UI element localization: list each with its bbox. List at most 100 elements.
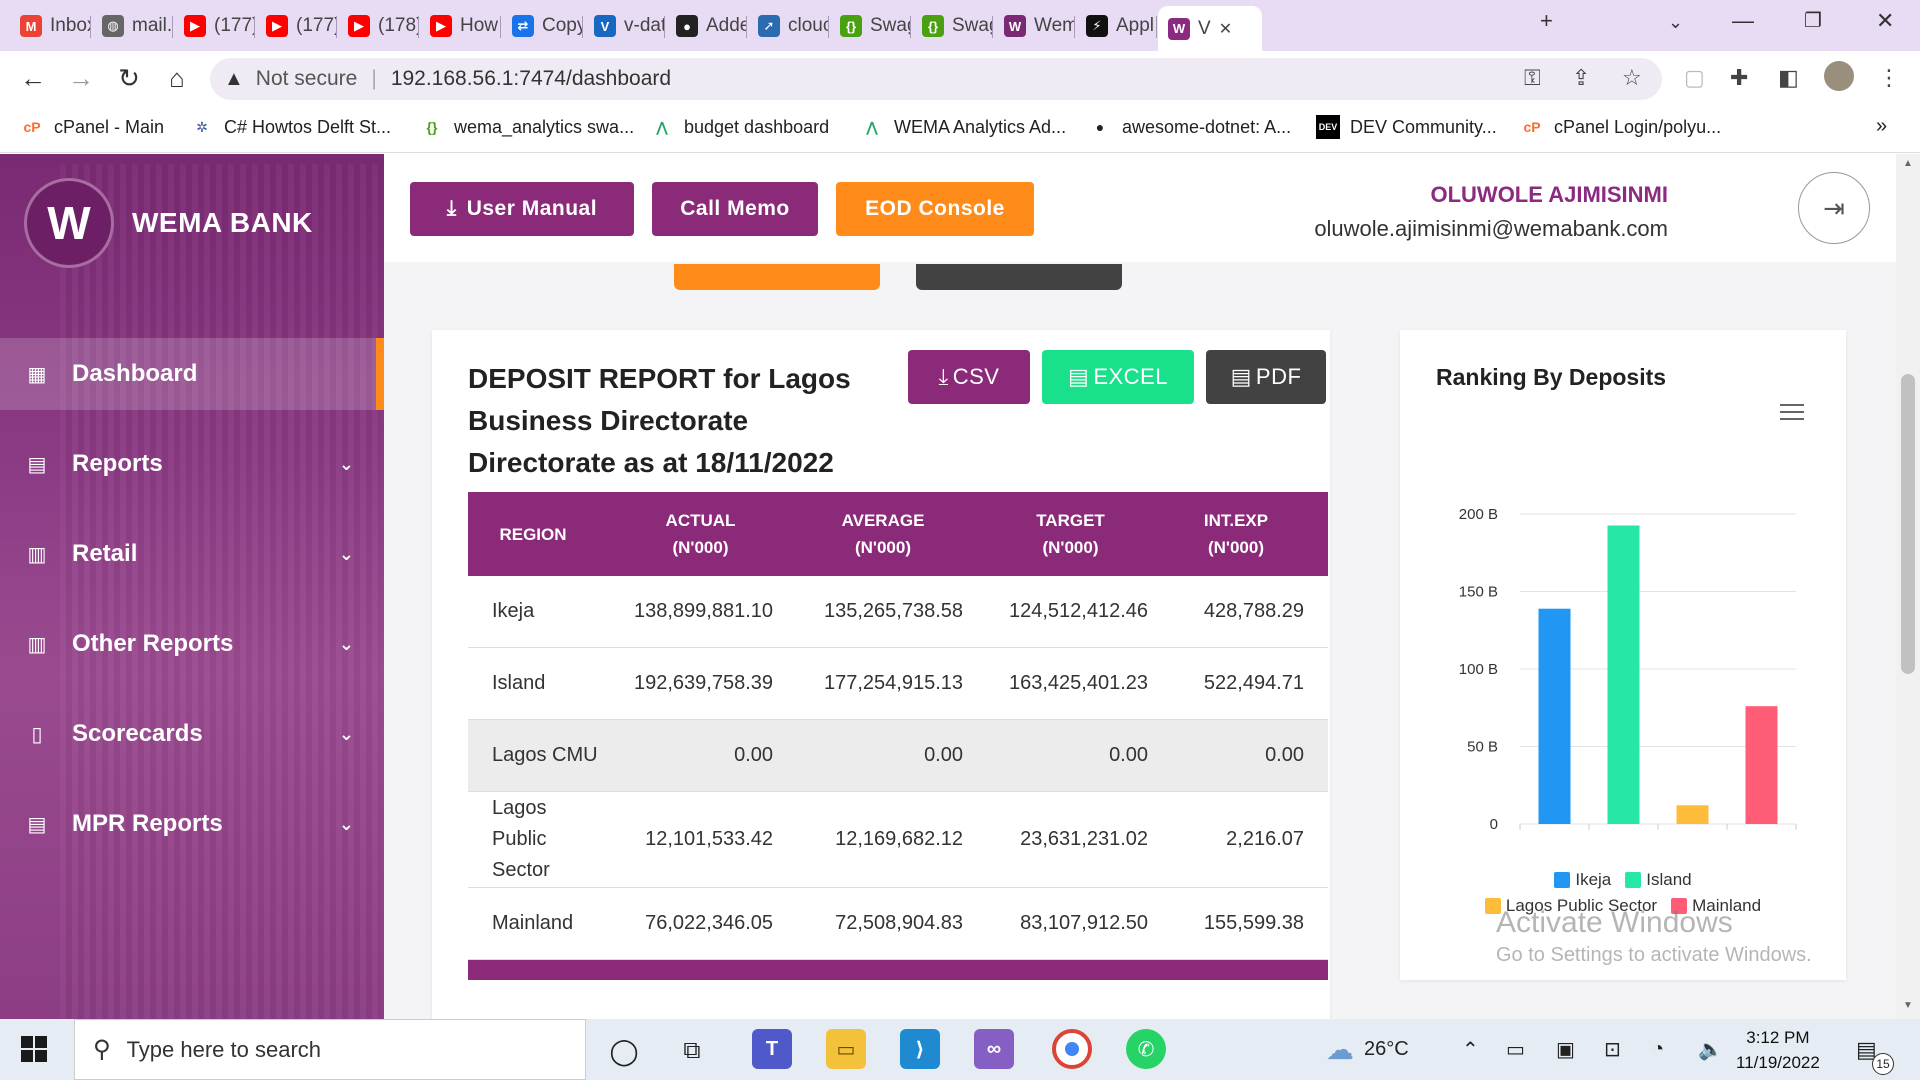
browser-tab[interactable]: M Inbox bbox=[10, 8, 90, 44]
tab-search-chevron-icon[interactable]: ⌄ bbox=[1668, 12, 1683, 33]
bookmark-item[interactable]: {} wema_analytics swa... bbox=[420, 115, 635, 139]
close-window-button[interactable]: ✕ bbox=[1876, 8, 1894, 34]
column-header-average[interactable]: AVERAGE (N'000) bbox=[773, 492, 963, 576]
file-icon: ▤ bbox=[1068, 364, 1090, 389]
browser-tab[interactable]: ▶ How bbox=[420, 8, 500, 44]
csv-export-button[interactable]: ⤓ CSV bbox=[908, 350, 1030, 404]
bookmark-item[interactable]: ⋀ WEMA Analytics Ad... bbox=[860, 115, 1066, 139]
bookmark-item[interactable]: cP cPanel - Main bbox=[20, 115, 164, 139]
browser-tab[interactable]: W Wem bbox=[994, 8, 1074, 44]
share-icon[interactable]: ⇪ bbox=[1572, 65, 1590, 91]
display-icon[interactable]: ⊡ bbox=[1604, 1019, 1621, 1080]
restore-button[interactable]: ❐ bbox=[1804, 8, 1822, 33]
sidebar-item-dashboard[interactable]: ▦ Dashboard bbox=[0, 338, 384, 410]
reload-button[interactable]: ↻ bbox=[112, 63, 146, 94]
vscode-icon[interactable]: ⟩ bbox=[900, 1029, 940, 1069]
browser-tab[interactable]: W V ✕ bbox=[1158, 6, 1262, 51]
table-row[interactable]: Lagos CMU 0.00 0.00 0.00 0.00 bbox=[468, 720, 1328, 792]
browser-tab[interactable]: {} Swag bbox=[912, 8, 992, 44]
call-memo-button[interactable]: Call Memo bbox=[652, 182, 818, 236]
cortana-icon[interactable]: ◯ bbox=[608, 1035, 640, 1067]
whatsapp-icon[interactable]: ✆ bbox=[1126, 1029, 1166, 1069]
column-header-actual[interactable]: ACTUAL (N'000) bbox=[598, 492, 773, 576]
sidebar-item-retail[interactable]: ▥ Retail ⌄ bbox=[0, 518, 384, 590]
browser-tab[interactable]: {} Swag bbox=[830, 8, 910, 44]
bookmark-star-icon[interactable]: ☆ bbox=[1622, 65, 1642, 91]
new-tab-button[interactable]: + bbox=[1540, 8, 1553, 34]
file-explorer-icon[interactable]: ▭ bbox=[826, 1029, 866, 1069]
teams-icon[interactable]: T bbox=[752, 1029, 792, 1069]
minimize-button[interactable]: — bbox=[1732, 8, 1754, 34]
sidebar-item-reports[interactable]: ▤ Reports ⌄ bbox=[0, 428, 384, 500]
table-row[interactable]: Mainland 76,022,346.05 72,508,904.83 83,… bbox=[468, 888, 1328, 960]
browser-tab[interactable]: ▶ (178) bbox=[338, 8, 418, 44]
scrollbar-thumb[interactable] bbox=[1901, 374, 1915, 674]
side-panel-icon[interactable]: ◧ bbox=[1778, 65, 1799, 91]
cell-actual: 12,101,533.42 bbox=[645, 828, 773, 850]
meet-now-icon[interactable]: ▣ bbox=[1556, 1019, 1575, 1080]
brand-logo[interactable]: W WEMA BANK bbox=[24, 178, 313, 268]
scroll-down-icon[interactable]: ▼ bbox=[1896, 1000, 1920, 1011]
more-bookmarks-chevron-icon[interactable]: » bbox=[1876, 115, 1887, 138]
system-clock[interactable]: 3:12 PM 11/19/2022 bbox=[1736, 1025, 1820, 1075]
browser-tab[interactable]: ⇄ Copy bbox=[502, 8, 582, 44]
sidebar-item-scorecards[interactable]: ▯ Scorecards ⌄ bbox=[0, 698, 384, 770]
bar-ikeja[interactable] bbox=[1538, 608, 1571, 824]
tray-chevron-icon[interactable]: ⌃ bbox=[1462, 1019, 1479, 1080]
extensions-puzzle-icon[interactable]: ✚ bbox=[1730, 65, 1748, 91]
close-tab-icon[interactable]: ✕ bbox=[1219, 19, 1232, 39]
excel-export-button[interactable]: ▤ EXCEL bbox=[1042, 350, 1194, 404]
windows-start-icon[interactable] bbox=[20, 1035, 48, 1063]
task-view-icon[interactable]: ⧉ bbox=[676, 1035, 708, 1067]
battery-icon[interactable]: ▭ bbox=[1506, 1019, 1525, 1080]
sidebar-item-mpr-reports[interactable]: ▤ MPR Reports ⌄ bbox=[0, 788, 384, 860]
page-scrollbar[interactable]: ▲ ▼ bbox=[1896, 154, 1920, 1019]
chart-menu-icon[interactable] bbox=[1780, 404, 1804, 422]
column-header-target[interactable]: TARGET (N'000) bbox=[963, 492, 1148, 576]
browser-tab[interactable]: ▶ (177) bbox=[256, 8, 336, 44]
legend-item-island[interactable]: Island bbox=[1625, 870, 1692, 890]
back-button[interactable]: ← bbox=[16, 63, 50, 94]
url-field[interactable]: ▲ Not secure | 192.168.56.1:7474/dashboa… bbox=[210, 58, 1662, 100]
sidebar-item-other-reports[interactable]: ▥ Other Reports ⌄ bbox=[0, 608, 384, 680]
column-header-region[interactable]: REGION bbox=[468, 492, 598, 576]
user-manual-button[interactable]: ⤓ User Manual bbox=[410, 182, 634, 236]
bookmark-item[interactable]: ✲ C# Howtos Delft St... bbox=[190, 115, 391, 139]
bookmark-item[interactable]: ● awesome-dotnet: A... bbox=[1088, 115, 1291, 139]
bookmark-item[interactable]: ⋀ budget dashboard bbox=[650, 115, 829, 139]
extension-square-icon[interactable]: ▢ bbox=[1684, 65, 1705, 91]
key-icon[interactable]: ⚿ bbox=[1524, 65, 1541, 91]
browser-tab[interactable]: ▶ (177) bbox=[174, 8, 254, 44]
taskbar-search-input[interactable]: ⚲ Type here to search bbox=[74, 1019, 586, 1080]
scroll-up-icon[interactable]: ▲ bbox=[1896, 158, 1920, 169]
bar-island[interactable] bbox=[1607, 525, 1640, 824]
bookmark-item[interactable]: DEV DEV Community... bbox=[1316, 115, 1497, 139]
visual-studio-icon[interactable]: ∞ bbox=[974, 1029, 1014, 1069]
bar-mainland[interactable] bbox=[1745, 706, 1778, 824]
volume-icon[interactable]: 🔈 bbox=[1698, 1019, 1723, 1080]
browser-tab[interactable]: Vv-dat bbox=[584, 8, 664, 44]
browser-tab[interactable]: ◍ mail. bbox=[92, 8, 172, 44]
browser-tab[interactable]: ➚ clouc bbox=[748, 8, 828, 44]
browser-tab[interactable]: ⚡ Appl bbox=[1076, 8, 1156, 44]
profile-avatar[interactable] bbox=[1824, 61, 1854, 91]
browser-tab[interactable]: ● Adde bbox=[666, 8, 746, 44]
bookmark-item[interactable]: cP cPanel Login/polyu... bbox=[1520, 115, 1721, 139]
home-button[interactable]: ⌂ bbox=[160, 63, 194, 94]
wifi-icon[interactable]: ◔ bbox=[1652, 1019, 1664, 1080]
legend-item-ikeja[interactable]: Ikeja bbox=[1554, 870, 1611, 890]
bookmarks-bar: » cP cPanel - Main ✲ C# Howtos Delft St... {… bbox=[0, 107, 1920, 153]
table-row[interactable]: Lagos Public Sector 12,101,533.42 12,169… bbox=[468, 792, 1328, 888]
column-header-intexp[interactable]: INT.EXP (N'000) bbox=[1148, 492, 1304, 576]
table-row[interactable]: Ikeja 138,899,881.10 135,265,738.58 124,… bbox=[468, 576, 1328, 648]
pdf-export-button[interactable]: ▤ PDF bbox=[1206, 350, 1326, 404]
weather-widget[interactable]: ☁ 26°C bbox=[1326, 1019, 1409, 1080]
table-row[interactable]: Island 192,639,758.39 177,254,915.13 163… bbox=[468, 648, 1328, 720]
notification-center[interactable]: ▤ 15 bbox=[1856, 1019, 1894, 1080]
browser-menu-icon[interactable]: ⋮ bbox=[1878, 65, 1900, 91]
bar-lagos-public-sector[interactable] bbox=[1676, 805, 1709, 824]
eod-console-button[interactable]: EOD Console bbox=[836, 182, 1034, 236]
forward-button[interactable]: → bbox=[64, 63, 98, 94]
logout-button[interactable]: ⇥ bbox=[1798, 172, 1870, 244]
chrome-icon[interactable] bbox=[1052, 1029, 1092, 1069]
